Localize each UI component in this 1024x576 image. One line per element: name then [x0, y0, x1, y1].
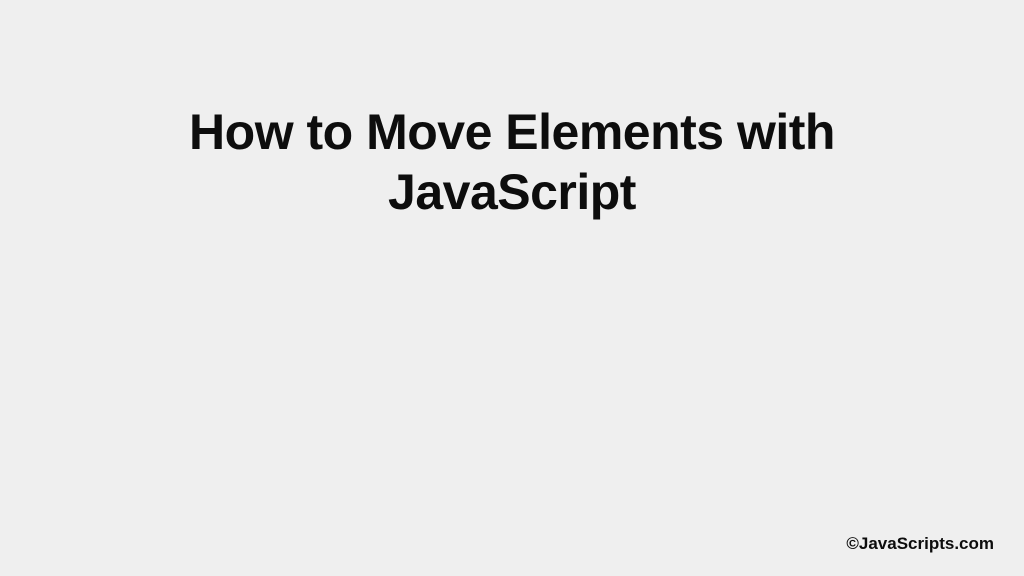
- page-title: How to Move Elements with JavaScript: [0, 102, 1024, 222]
- attribution-text: ©JavaScripts.com: [846, 534, 994, 554]
